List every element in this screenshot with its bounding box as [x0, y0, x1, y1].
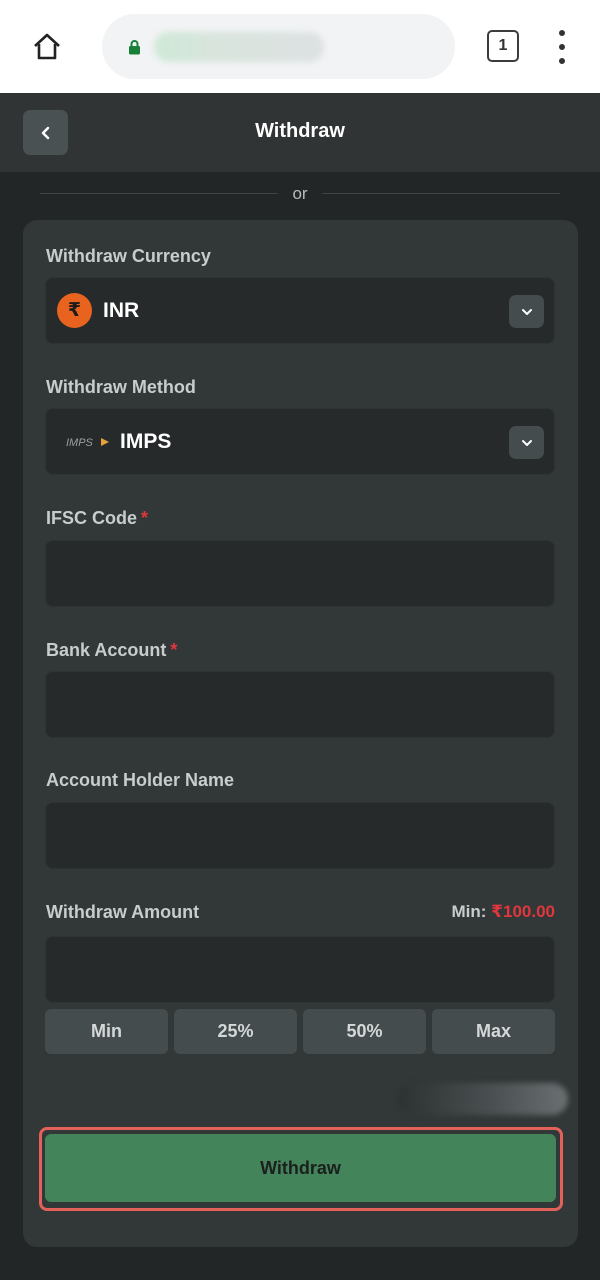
imps-logo-icon: IMPS: [66, 437, 109, 449]
tab-switcher-button[interactable]: 1: [487, 30, 519, 62]
page-title: Withdraw: [255, 120, 345, 142]
withdraw-amount-input[interactable]: [45, 936, 555, 1003]
bank-account-label: Bank Account *: [46, 640, 178, 660]
balance-info-blurred: [398, 1083, 568, 1115]
svg-text:IMPS: IMPS: [66, 437, 94, 449]
required-asterisk: *: [141, 508, 149, 528]
currency-label: Withdraw Currency: [46, 246, 211, 266]
app-header: Withdraw: [0, 93, 600, 172]
ifsc-label: IFSC Code *: [46, 508, 149, 528]
bank-account-input[interactable]: [45, 671, 555, 738]
chevron-down-icon[interactable]: [509, 426, 544, 459]
address-bar[interactable]: [102, 14, 455, 79]
withdraw-button[interactable]: Withdraw: [45, 1134, 556, 1202]
browser-toolbar: 1: [0, 0, 600, 93]
withdraw-amount-label: Withdraw Amount: [46, 902, 200, 922]
more-menu-icon[interactable]: [552, 30, 572, 64]
home-icon[interactable]: [30, 30, 64, 64]
max-amount-button[interactable]: Max: [432, 1009, 555, 1054]
or-divider: or: [40, 184, 560, 204]
lock-icon: [129, 40, 140, 55]
min-amount-note: Min: ₹100.00: [451, 902, 556, 921]
account-holder-label: Account Holder Name: [46, 770, 235, 790]
currency-select[interactable]: ₹ INR: [45, 277, 555, 344]
divider-line: [322, 193, 560, 194]
method-value: IMPS: [120, 429, 172, 453]
currency-value: INR: [103, 298, 140, 322]
min-amount-value: ₹100.00: [491, 902, 555, 921]
quick-amount-buttons: Min 25% 50% Max: [45, 1009, 555, 1054]
url-text-blurred: [154, 32, 324, 62]
required-asterisk: *: [170, 640, 178, 660]
chevron-down-icon[interactable]: [509, 295, 544, 328]
ifsc-input[interactable]: [45, 540, 555, 607]
rupee-icon: ₹: [57, 293, 92, 328]
account-holder-input[interactable]: [45, 802, 555, 869]
or-text: or: [292, 184, 308, 203]
method-select[interactable]: IMPS IMPS: [45, 408, 555, 475]
method-label: Withdraw Method: [46, 377, 196, 397]
25-percent-button[interactable]: 25%: [174, 1009, 297, 1054]
50-percent-button[interactable]: 50%: [303, 1009, 426, 1054]
min-amount-button[interactable]: Min: [45, 1009, 168, 1054]
